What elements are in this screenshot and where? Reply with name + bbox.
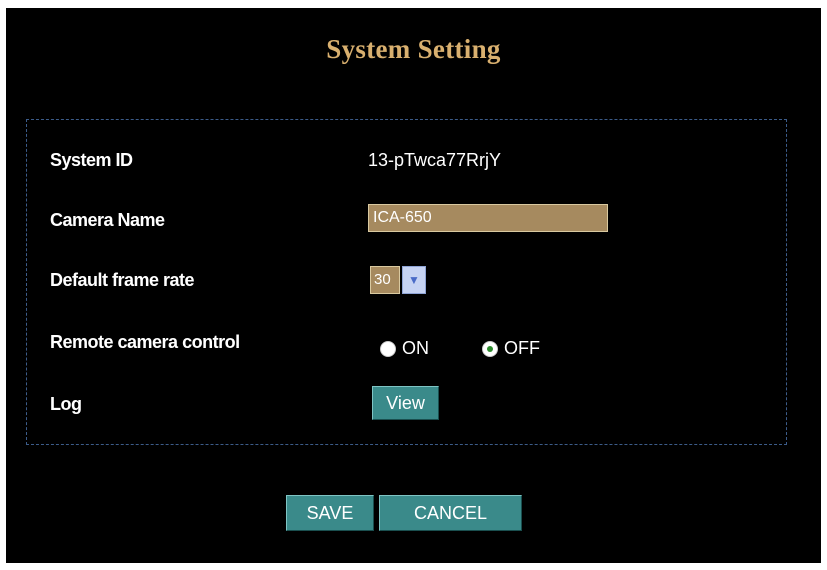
view-log-button[interactable]: View bbox=[372, 386, 439, 420]
radio-on[interactable] bbox=[380, 340, 396, 357]
radio-off-label: OFF bbox=[504, 338, 540, 358]
camera-name-label: Camera Name bbox=[50, 210, 165, 230]
log-label: Log bbox=[50, 394, 82, 414]
page-title: System Setting bbox=[326, 34, 501, 64]
cancel-button[interactable]: CANCEL bbox=[379, 495, 522, 531]
radio-on-label: ON bbox=[402, 338, 429, 358]
system-setting-panel: System Setting System ID 13-pTwca77RrjY … bbox=[6, 8, 821, 563]
remote-control-label: Remote camera control bbox=[50, 332, 240, 352]
radio-off[interactable] bbox=[482, 340, 498, 357]
chevron-down-icon[interactable]: ▼ bbox=[402, 266, 426, 294]
frame-rate-label: Default frame rate bbox=[50, 270, 195, 290]
frame-rate-select[interactable]: 30 ▼ bbox=[370, 264, 446, 296]
save-button[interactable]: SAVE bbox=[286, 495, 374, 531]
remote-control-off-option[interactable]: OFF bbox=[482, 338, 540, 359]
camera-name-input[interactable] bbox=[368, 204, 608, 232]
system-id-label: System ID bbox=[50, 150, 133, 170]
remote-control-on-option[interactable]: ON bbox=[380, 338, 429, 359]
system-id-value: 13-pTwca77RrjY bbox=[368, 150, 502, 170]
frame-rate-value: 30 bbox=[370, 266, 400, 294]
